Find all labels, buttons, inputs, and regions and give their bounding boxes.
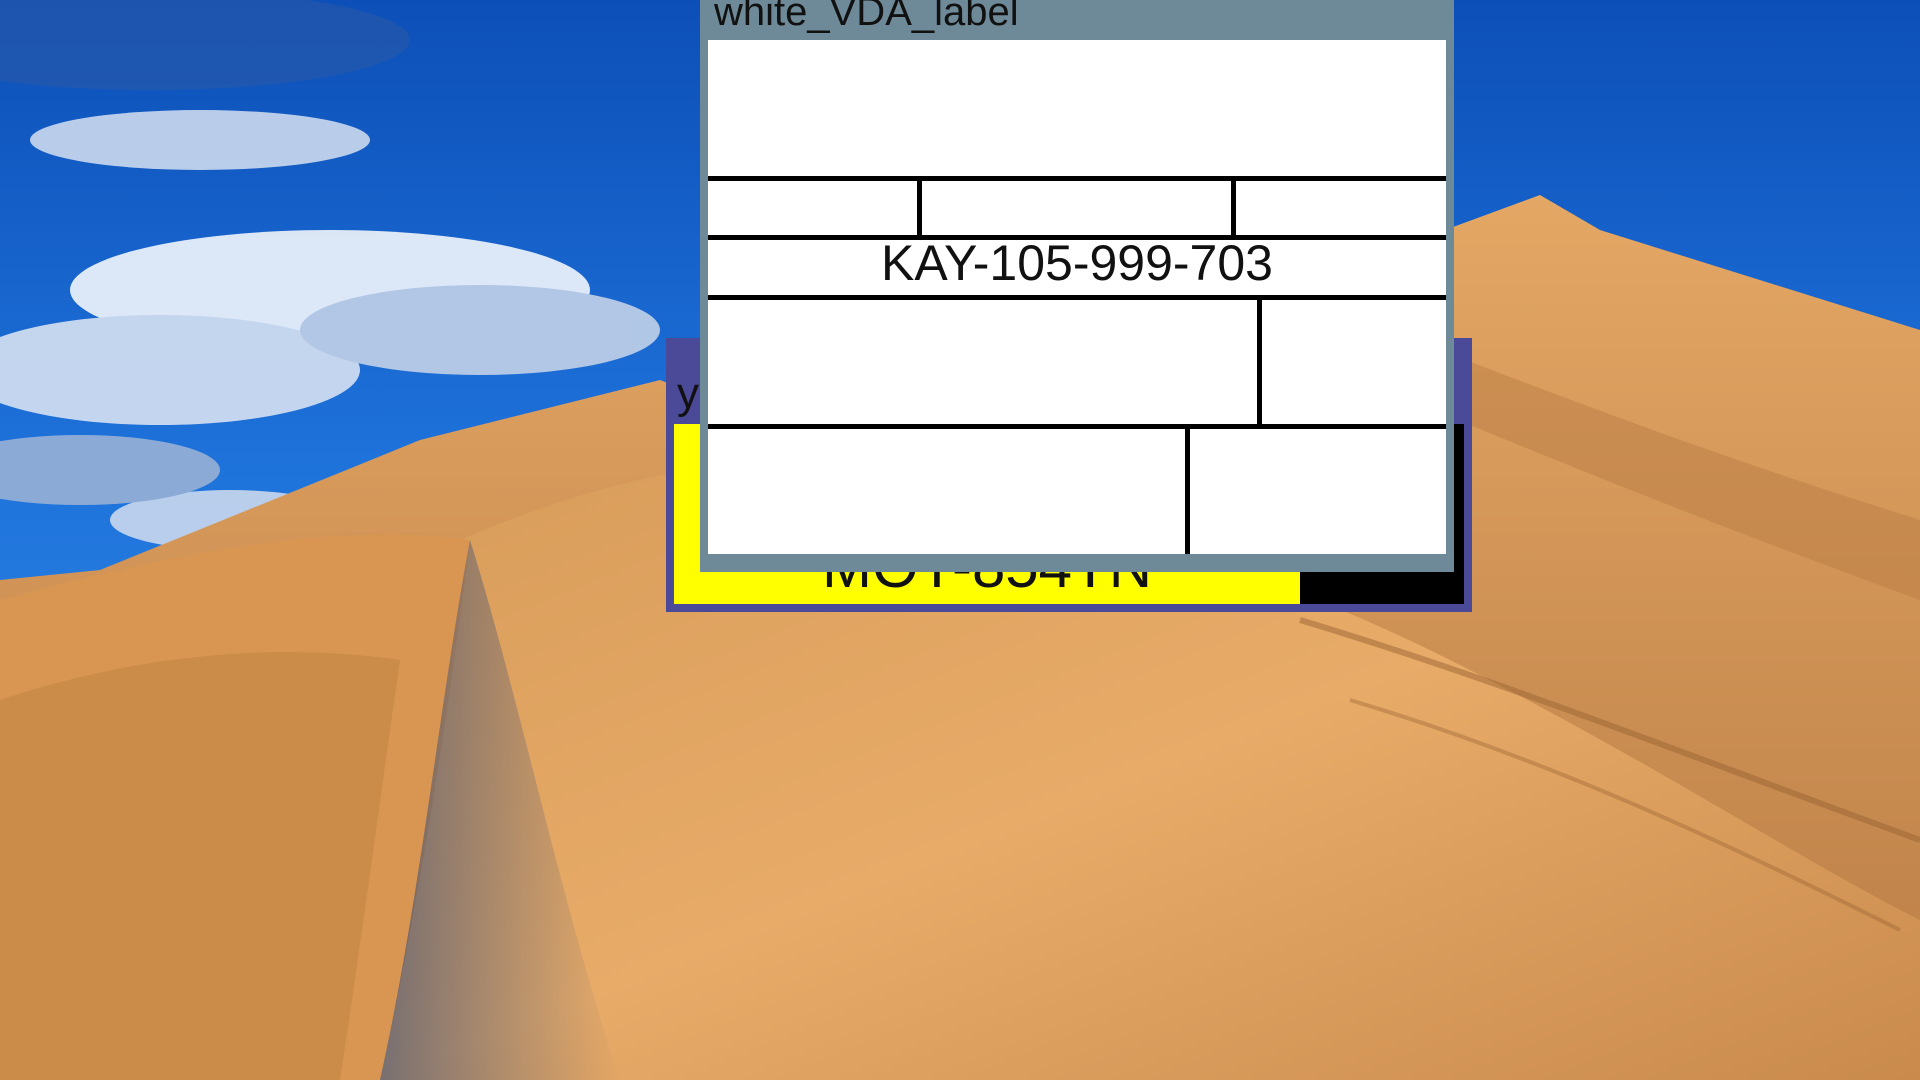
vda-part-code: KAY-105-999-703 (881, 235, 1273, 291)
vda-field-cell (708, 300, 1257, 424)
vda-field-cell (1190, 429, 1446, 554)
vda-field-cell (708, 181, 917, 235)
vda-label-form: KAY-105-999-703 (708, 40, 1446, 554)
desktop: yellow_label MOT-854TN white_VDA_label K… (0, 0, 1920, 1080)
vda-field-cell (1262, 300, 1446, 424)
vda-header-cell (708, 40, 1446, 176)
vda-field-cell (1236, 181, 1446, 235)
white-vda-label-titlebar[interactable]: white_VDA_label (700, 0, 1454, 34)
white-vda-label-window-border (700, 554, 1454, 572)
white-vda-label-window[interactable]: white_VDA_label KAY-105-999-703 (700, 0, 1454, 572)
white-vda-label-window-title: white_VDA_label (714, 0, 1019, 34)
vda-field-cell (708, 429, 1185, 554)
vda-field-cell (922, 181, 1231, 235)
